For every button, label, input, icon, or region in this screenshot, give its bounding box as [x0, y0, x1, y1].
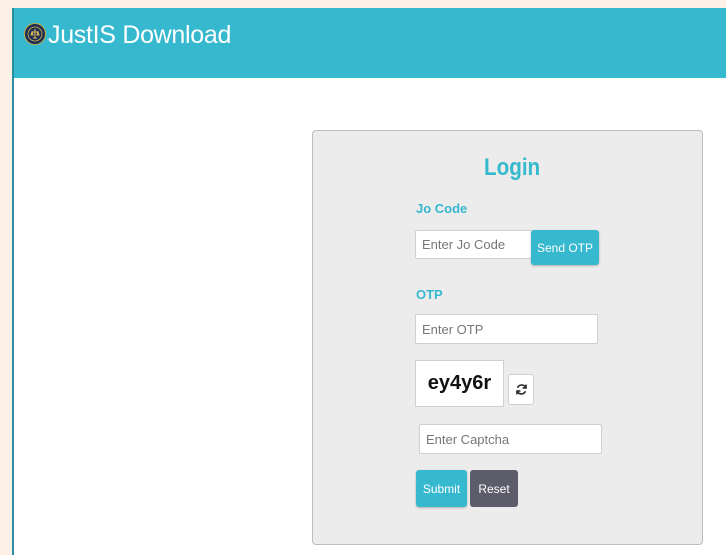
app-header: JustIS Download	[12, 8, 726, 78]
otp-label: OTP	[416, 287, 443, 302]
submit-button[interactable]: Submit	[416, 470, 467, 507]
send-otp-button[interactable]: Send OTP	[531, 230, 599, 265]
otp-input[interactable]	[415, 314, 598, 344]
jo-code-label: Jo Code	[416, 201, 468, 216]
jo-code-input[interactable]	[415, 230, 533, 259]
captcha-image: ey4y6r	[415, 360, 504, 407]
captcha-input[interactable]	[419, 424, 602, 454]
content-border	[12, 78, 14, 555]
reset-button[interactable]: Reset	[470, 470, 518, 507]
app-title: JustIS Download	[48, 21, 232, 49]
emblem-icon	[24, 23, 46, 45]
refresh-captcha-button[interactable]	[508, 374, 534, 405]
refresh-icon	[516, 384, 527, 395]
login-title: Login	[484, 154, 541, 181]
